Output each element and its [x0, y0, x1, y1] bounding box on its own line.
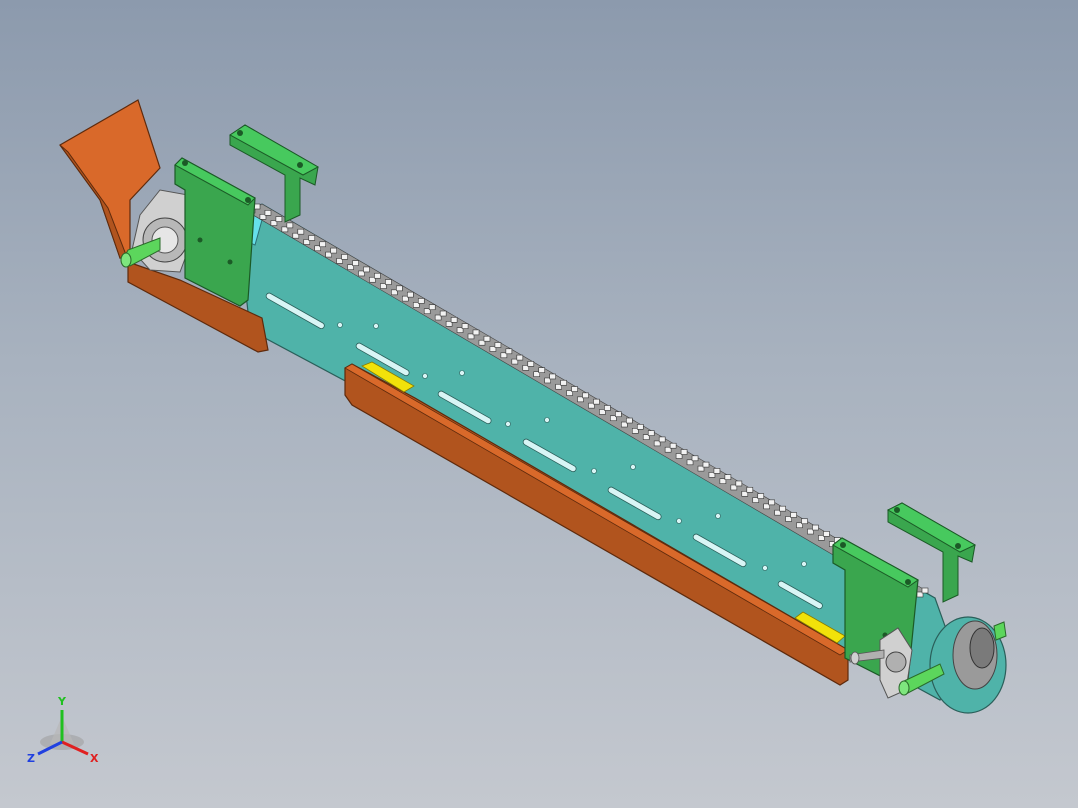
axis-triad[interactable]: Y X Z [22, 690, 112, 770]
chain-link [374, 272, 381, 279]
chain-link [647, 430, 655, 436]
chain-link [812, 524, 819, 531]
x-axis-label: X [90, 752, 99, 765]
chain-link [680, 449, 688, 455]
chain-link [615, 411, 622, 418]
chain-link [428, 304, 436, 311]
chain-link [593, 398, 600, 405]
side-frame-plate[interactable] [239, 211, 951, 701]
chain-link [505, 348, 513, 355]
chain-link [801, 518, 808, 525]
chain-link [746, 486, 754, 493]
chain-link [779, 505, 786, 512]
chain-link [363, 266, 370, 273]
chain-link [461, 323, 469, 329]
chain-link [790, 512, 797, 518]
z-axis-label: Z [27, 752, 35, 765]
cad-viewport[interactable]: Y X Z [0, 0, 1078, 808]
chain-link [921, 587, 929, 594]
chain-link [549, 373, 556, 380]
chain-link [385, 279, 392, 285]
chain-link [275, 216, 283, 222]
y-axis-label: Y [57, 695, 67, 708]
chain-link [319, 241, 327, 248]
chain-link [724, 474, 732, 480]
chain-link [352, 260, 359, 266]
chain-link [735, 480, 743, 487]
chain-link [768, 499, 775, 506]
chain-link [560, 379, 567, 386]
chain-link [483, 335, 491, 342]
chain-link [702, 461, 710, 468]
chain-link [669, 442, 677, 449]
chain-link [286, 222, 294, 229]
chain-link [571, 386, 578, 392]
chain-link [417, 298, 425, 304]
conveyor-assembly-model[interactable] [0, 0, 1078, 808]
chain-link [308, 235, 316, 241]
chain-link [297, 228, 305, 235]
chain-link [691, 455, 699, 462]
chain-link [516, 354, 524, 361]
chain-link [626, 417, 633, 424]
chain-link [604, 405, 611, 411]
chain-link [396, 285, 403, 292]
chain-link [439, 310, 447, 317]
chain-link [636, 424, 644, 430]
chain-link [757, 493, 765, 499]
chain-link [823, 531, 830, 537]
chain-link [713, 468, 721, 474]
chain-link [527, 361, 535, 367]
chain-link [407, 291, 414, 298]
chain-link [330, 247, 337, 254]
chain-link [538, 367, 546, 373]
chain-link [658, 436, 666, 443]
chain-link [582, 392, 589, 399]
chain-link [264, 209, 272, 216]
chain-link [494, 342, 502, 348]
chain-link [450, 317, 458, 323]
chain-link [472, 329, 480, 336]
chain-link [341, 254, 348, 260]
